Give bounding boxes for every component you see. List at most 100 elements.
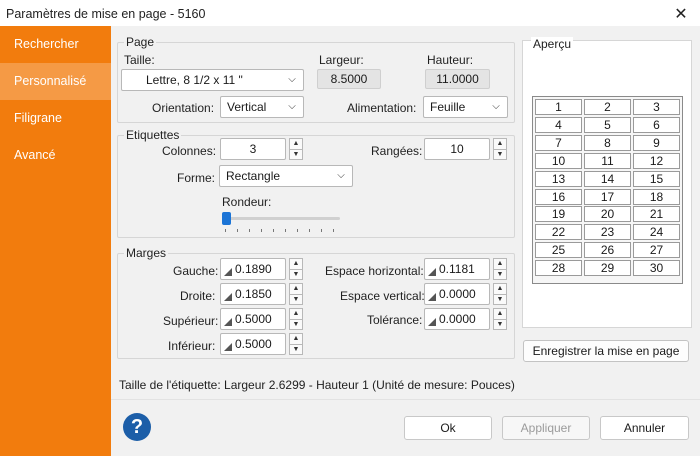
roundness-slider-ticks bbox=[225, 229, 341, 233]
spin-down-icon[interactable]: ▼ bbox=[493, 319, 507, 330]
preview-cell: 15 bbox=[633, 170, 680, 187]
feed-label: Alimentation: bbox=[347, 101, 417, 115]
columns-input[interactable]: 3 bbox=[220, 138, 286, 160]
spin-down-icon[interactable]: ▼ bbox=[289, 344, 303, 355]
tolerance-input[interactable]: 0.0000 bbox=[424, 308, 490, 330]
cancel-button[interactable]: Annuler bbox=[600, 416, 689, 440]
spin-up-icon[interactable]: ▲ bbox=[493, 283, 507, 294]
chevron-down-icon: ⌵ bbox=[492, 101, 500, 112]
rows-stepper[interactable]: 10 ▲ ▼ bbox=[424, 138, 508, 160]
preview-cell: 7 bbox=[535, 134, 582, 151]
close-icon[interactable]: ✕ bbox=[670, 4, 692, 26]
roundness-label: Rondeur: bbox=[222, 195, 272, 209]
top-margin-input[interactable]: 0.5000 bbox=[220, 308, 286, 330]
spin-up-icon[interactable]: ▲ bbox=[289, 283, 303, 294]
preview-group-label: Aperçu bbox=[531, 37, 574, 51]
roundness-slider-track[interactable] bbox=[224, 217, 340, 220]
rows-input[interactable]: 10 bbox=[424, 138, 490, 160]
chevron-down-icon: ⌵ bbox=[288, 74, 296, 85]
spin-down-icon[interactable]: ▼ bbox=[289, 319, 303, 330]
width-label: Largeur: bbox=[319, 53, 364, 67]
preview-cell: 25 bbox=[535, 242, 582, 259]
width-value: 8.5000 bbox=[317, 69, 381, 89]
size-select-value: Lettre, 8 1/2 x 11 " bbox=[146, 73, 243, 87]
preview-cell: 8 bbox=[584, 134, 631, 151]
spin-up-icon[interactable]: ▲ bbox=[493, 138, 507, 149]
size-label: Taille: bbox=[124, 53, 155, 67]
sidebar-item-filigrane[interactable]: Filigrane bbox=[0, 100, 111, 137]
spin-down-icon[interactable]: ▼ bbox=[493, 149, 507, 160]
feed-select[interactable]: Feuille ⌵ bbox=[423, 96, 508, 118]
spin-up-icon[interactable]: ▲ bbox=[289, 333, 303, 344]
sidebar-item-rechercher[interactable]: Rechercher bbox=[0, 26, 111, 63]
spin-down-icon[interactable]: ▼ bbox=[493, 294, 507, 305]
columns-stepper[interactable]: 3 ▲ ▼ bbox=[220, 138, 304, 160]
preview-cell: 18 bbox=[633, 188, 680, 205]
preview-cell: 30 bbox=[633, 260, 680, 277]
apply-button[interactable]: Appliquer bbox=[502, 416, 590, 440]
page-group-label: Page bbox=[124, 35, 157, 49]
preview-cell: 4 bbox=[535, 116, 582, 133]
orientation-select-value: Vertical bbox=[227, 100, 267, 114]
labels-group-label: Etiquettes bbox=[124, 128, 182, 142]
help-icon[interactable]: ? bbox=[123, 413, 151, 441]
sidebar-item-personnalise[interactable]: Personnalisé bbox=[0, 63, 111, 100]
spin-up-icon[interactable]: ▲ bbox=[289, 308, 303, 319]
height-label: Hauteur: bbox=[427, 53, 474, 67]
vspace-stepper[interactable]: 0.0000 ▲ ▼ bbox=[424, 283, 508, 305]
right-margin-stepper[interactable]: 0.1850 ▲ ▼ bbox=[220, 283, 304, 305]
spin-up-icon[interactable]: ▲ bbox=[289, 138, 303, 149]
preview-cell: 14 bbox=[584, 170, 631, 187]
save-layout-button[interactable]: Enregistrer la mise en page bbox=[523, 340, 689, 362]
spin-down-icon[interactable]: ▼ bbox=[289, 269, 303, 280]
spin-down-icon[interactable]: ▼ bbox=[493, 269, 507, 280]
spin-up-icon[interactable]: ▲ bbox=[289, 258, 303, 269]
orientation-select[interactable]: Vertical ⌵ bbox=[220, 96, 304, 118]
hspace-stepper[interactable]: 0.1181 ▲ ▼ bbox=[424, 258, 508, 280]
preview-cell: 24 bbox=[633, 224, 680, 241]
top-margin-label: Supérieur: bbox=[163, 314, 219, 328]
window-title: Paramètres de mise en page - 5160 bbox=[6, 7, 206, 21]
right-margin-input[interactable]: 0.1850 bbox=[220, 283, 286, 305]
vspace-input[interactable]: 0.0000 bbox=[424, 283, 490, 305]
preview-cell: 6 bbox=[633, 116, 680, 133]
preview-cell: 3 bbox=[633, 99, 680, 115]
bottom-margin-label: Inférieur: bbox=[168, 339, 216, 353]
top-margin-stepper[interactable]: 0.5000 ▲ ▼ bbox=[220, 308, 304, 330]
hspace-label: Espace horizontal: bbox=[325, 264, 424, 278]
height-value: 11.0000 bbox=[425, 69, 490, 89]
preview-grid: 1 2 3 4 5 6 7 8 9 10 11 12 13 14 15 16 17 18 19 20 21 22 23 24 2… bbox=[532, 96, 683, 284]
left-margin-stepper[interactable]: 0.1890 ▲ ▼ bbox=[220, 258, 304, 280]
tolerance-label: Tolérance: bbox=[367, 313, 423, 327]
feed-select-value: Feuille bbox=[430, 100, 466, 114]
spin-up-icon[interactable]: ▲ bbox=[493, 308, 507, 319]
preview-cell: 26 bbox=[584, 242, 631, 259]
preview-cell: 27 bbox=[633, 242, 680, 259]
bottom-margin-stepper[interactable]: 0.5000 ▲ ▼ bbox=[220, 333, 304, 355]
preview-cell: 10 bbox=[535, 152, 582, 169]
roundness-slider-handle[interactable] bbox=[222, 212, 231, 225]
shape-select[interactable]: Rectangle ⌵ bbox=[219, 165, 353, 187]
dialog-footer: ? Ok Appliquer Annuler bbox=[111, 399, 700, 456]
left-margin-input[interactable]: 0.1890 bbox=[220, 258, 286, 280]
ok-button[interactable]: Ok bbox=[404, 416, 492, 440]
preview-cell: 13 bbox=[535, 170, 582, 187]
sidebar: Rechercher Personnalisé Filigrane Avancé bbox=[0, 26, 111, 456]
preview-cell: 1 bbox=[535, 99, 582, 115]
shape-select-value: Rectangle bbox=[226, 169, 281, 183]
bottom-margin-input[interactable]: 0.5000 bbox=[220, 333, 286, 355]
preview-cell: 29 bbox=[584, 260, 631, 277]
chevron-down-icon: ⌵ bbox=[288, 101, 296, 112]
label-size-text: Taille de l'étiquette: Largeur 2.6299 - … bbox=[119, 378, 515, 392]
tolerance-stepper[interactable]: 0.0000 ▲ ▼ bbox=[424, 308, 508, 330]
spin-up-icon[interactable]: ▲ bbox=[493, 258, 507, 269]
size-select[interactable]: Lettre, 8 1/2 x 11 " ⌵ bbox=[121, 69, 304, 91]
hspace-input[interactable]: 0.1181 bbox=[424, 258, 490, 280]
preview-cell: 22 bbox=[535, 224, 582, 241]
spin-down-icon[interactable]: ▼ bbox=[289, 294, 303, 305]
sidebar-item-avance[interactable]: Avancé bbox=[0, 137, 111, 174]
shape-label: Forme: bbox=[177, 171, 216, 185]
preview-cell: 5 bbox=[584, 116, 631, 133]
rows-label: Rangées: bbox=[371, 144, 423, 158]
spin-down-icon[interactable]: ▼ bbox=[289, 149, 303, 160]
